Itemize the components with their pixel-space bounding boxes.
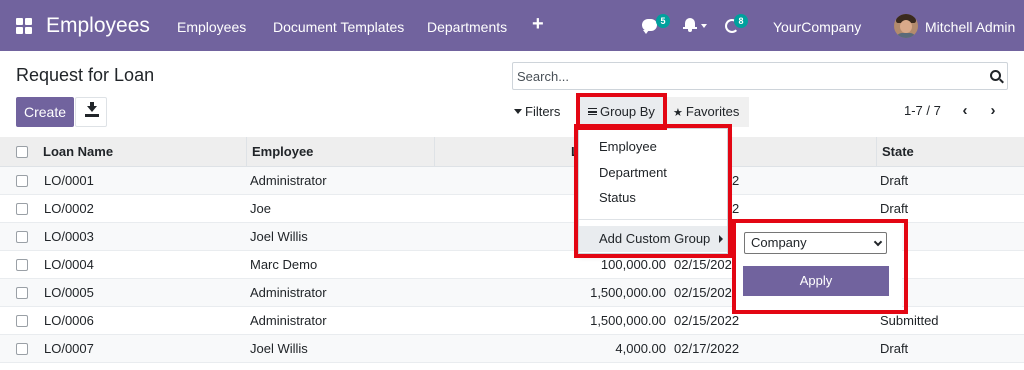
custom-group-select[interactable]: Company	[744, 232, 887, 254]
loan-state: Draft	[880, 201, 909, 216]
loan-name: LO/0003	[44, 229, 94, 244]
row-checkbox[interactable]	[16, 259, 28, 271]
column-state[interactable]: State	[876, 137, 1024, 167]
loan-amount: 1,500,000.00	[590, 313, 666, 328]
avatar[interactable]	[894, 14, 918, 38]
table-row[interactable]: LO/0001 Administrator 2 Draft	[0, 167, 1024, 195]
chevron-down-icon[interactable]	[701, 24, 707, 28]
row-checkbox[interactable]	[16, 343, 28, 355]
select-all-checkbox[interactable]	[16, 146, 28, 158]
employee-name: Marc Demo	[250, 257, 318, 272]
apps-icon[interactable]	[16, 18, 32, 34]
employee-name: Administrator	[250, 173, 327, 188]
user-menu[interactable]: Mitchell Admin	[925, 19, 1015, 35]
chat-badge: 5	[656, 14, 670, 28]
pager-value[interactable]: 1-7 / 7	[904, 103, 941, 118]
loan-name: LO/0005	[44, 285, 94, 300]
table-row[interactable]: LO/0006 Administrator 1,500,000.00 02/15…	[0, 307, 1024, 335]
add-custom-group[interactable]: Add Custom Group	[579, 226, 727, 252]
loan-amount: 4,000.00	[615, 341, 666, 356]
row-checkbox[interactable]	[16, 315, 28, 327]
row-checkbox[interactable]	[16, 203, 28, 215]
bars-icon	[588, 108, 597, 116]
loan-name: LO/0001	[44, 173, 94, 188]
loan-state: Draft	[880, 173, 909, 188]
loan-name: LO/0007	[44, 341, 94, 356]
group-by-button[interactable]: Group By	[580, 97, 663, 127]
column-loan-name[interactable]: Loan Name	[38, 137, 246, 167]
employee-name: Joe	[250, 201, 271, 216]
row-checkbox[interactable]	[16, 287, 28, 299]
caret-right-icon	[719, 235, 723, 243]
download-button[interactable]	[75, 97, 107, 127]
chat-icon[interactable]	[642, 19, 657, 34]
table-row[interactable]: LO/0002 Joe 2 Draft	[0, 195, 1024, 223]
activity-badge: 8	[734, 14, 748, 28]
top-navbar: Employees Employees Document Templates D…	[0, 0, 1024, 51]
filters-label: Filters	[525, 104, 561, 119]
loan-amount: 1,500,000.00	[590, 285, 666, 300]
search-input[interactable]	[517, 67, 977, 85]
group-by-dropdown: Employee Department Status Add Custom Gr…	[578, 128, 728, 254]
loan-date: 02/15/202	[674, 257, 732, 272]
filters-button[interactable]: Filters	[514, 97, 576, 127]
search-box[interactable]	[512, 62, 1008, 90]
plus-icon[interactable]: +	[532, 13, 544, 36]
column-loan-amount[interactable]: L	[434, 137, 579, 167]
page-title: Request for Loan	[16, 65, 155, 85]
star-icon: ★	[673, 107, 683, 119]
favorites-button[interactable]: ★ Favorites	[667, 97, 749, 127]
employee-name: Administrator	[250, 285, 327, 300]
loan-state: Draft	[880, 341, 909, 356]
custom-group-select-value: Company	[751, 235, 807, 250]
row-checkbox[interactable]	[16, 175, 28, 187]
loan-state: Submitted	[880, 313, 939, 328]
loan-date: 2	[732, 173, 740, 188]
loan-date: 02/15/202	[674, 285, 732, 300]
apply-button[interactable]: Apply	[743, 266, 889, 296]
table-row[interactable]: LO/0007 Joel Willis 4,000.00 02/17/2022 …	[0, 335, 1024, 363]
chevron-left-icon[interactable]: ‹	[958, 103, 972, 118]
groupby-employee[interactable]: Employee	[579, 135, 727, 159]
loan-amount: 100,000.00	[600, 257, 666, 272]
row-checkbox[interactable]	[16, 231, 28, 243]
menu-departments[interactable]: Departments	[427, 19, 507, 35]
menu-employees[interactable]: Employees	[177, 19, 246, 35]
group-by-label: Group By	[600, 104, 655, 119]
create-button[interactable]: Create	[16, 97, 74, 127]
company-switcher[interactable]: YourCompany	[773, 19, 861, 35]
app-brand[interactable]: Employees	[46, 14, 150, 38]
employee-name: Joel Willis	[250, 341, 308, 356]
loan-name: LO/0002	[44, 201, 94, 216]
loan-name: LO/0004	[44, 257, 94, 272]
column-employee[interactable]: Employee	[246, 137, 434, 167]
custom-group-panel: Company Apply	[736, 223, 902, 309]
loan-date: 2	[732, 201, 740, 216]
loan-name: LO/0006	[44, 313, 94, 328]
loan-date: 02/15/2022	[674, 313, 740, 328]
groupby-department[interactable]: Department	[579, 161, 727, 185]
employee-name: Joel Willis	[250, 229, 308, 244]
bell-icon[interactable]	[683, 18, 697, 32]
employee-name: Administrator	[250, 313, 327, 328]
funnel-icon	[514, 109, 522, 115]
favorites-label: Favorites	[685, 104, 740, 119]
chevron-down-icon	[873, 237, 883, 247]
table-header: Loan Name Employee L State	[0, 137, 1024, 167]
menu-document-templates[interactable]: Document Templates	[273, 19, 404, 35]
search-icon[interactable]	[990, 70, 1001, 81]
dropdown-divider	[579, 219, 727, 220]
chevron-right-icon[interactable]: ›	[986, 103, 1000, 118]
groupby-status[interactable]: Status	[579, 186, 727, 210]
loan-date: 02/17/2022	[674, 341, 740, 356]
